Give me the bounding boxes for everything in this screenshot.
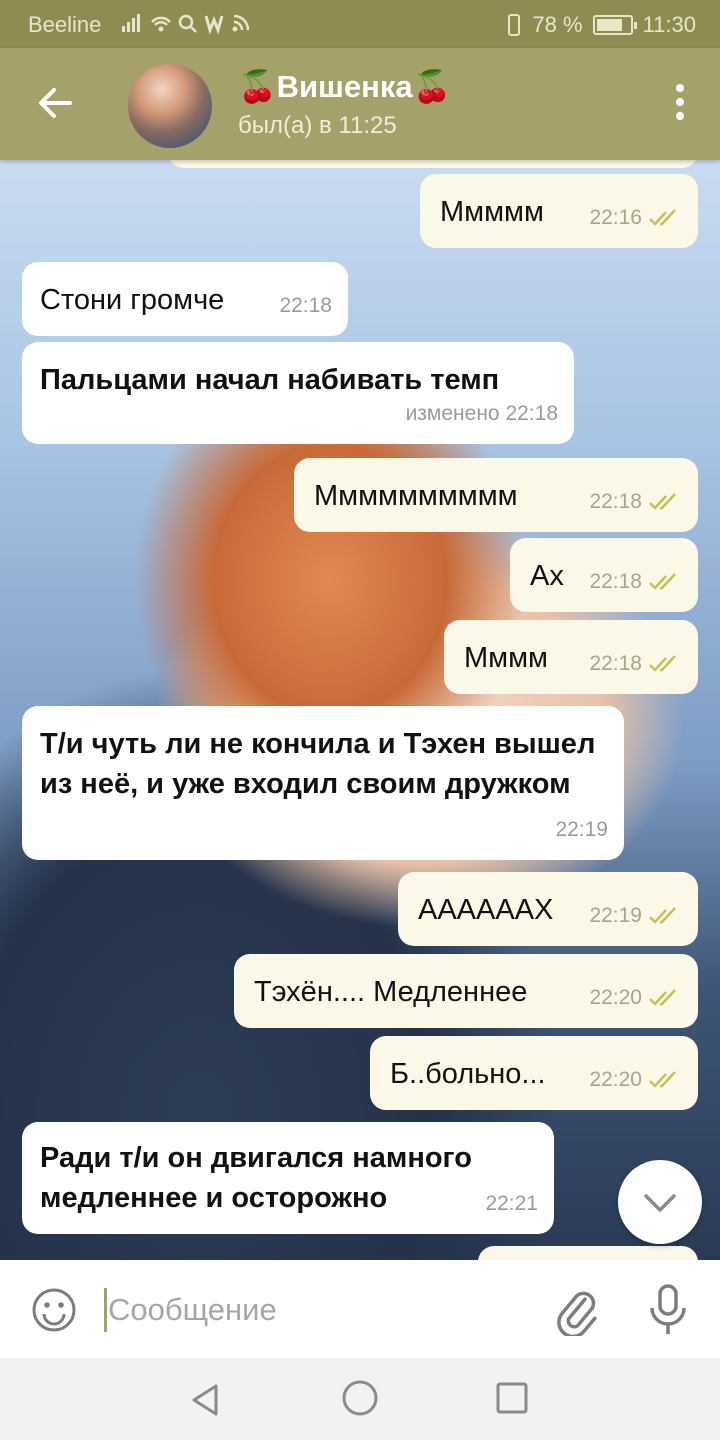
emoji-icon[interactable] bbox=[30, 1286, 78, 1334]
read-ticks-icon bbox=[649, 493, 676, 510]
message-meta: 22:16 bbox=[589, 198, 682, 238]
read-ticks-icon bbox=[649, 209, 676, 226]
message-meta: 22:20 bbox=[589, 978, 682, 1018]
status-right: 78 % 11:30 bbox=[506, 12, 696, 38]
message-bubble-incoming[interactable]: Стони громче 22:18 bbox=[22, 262, 348, 336]
message-text: Мммм bbox=[464, 642, 548, 674]
battery-icon bbox=[592, 15, 637, 35]
nav-home-icon[interactable] bbox=[340, 1378, 380, 1418]
message-meta: 22:18 bbox=[589, 644, 682, 684]
message-time: 22:20 bbox=[589, 986, 642, 1009]
chat-title[interactable]: 🍒Вишенка🍒 bbox=[238, 68, 451, 105]
chat-area[interactable]: Ммммм 22:16 Стони громче 22:18 Пальцами … bbox=[0, 160, 720, 1260]
message-bubble-outgoing[interactable]: ААААААХ 22:19 bbox=[398, 872, 698, 946]
message-meta: 22:19 bbox=[555, 810, 608, 850]
last-seen-status: был(а) в 11:25 bbox=[238, 112, 397, 139]
battery-fill bbox=[596, 19, 622, 31]
message-meta: 22:21 bbox=[485, 1184, 538, 1224]
message-bubble-outgoing[interactable]: Б..больно... 22:20 bbox=[370, 1036, 698, 1110]
message-time: изменено 22:18 bbox=[405, 402, 558, 425]
message-text: Ммммм bbox=[440, 196, 544, 228]
message-composer bbox=[0, 1260, 720, 1358]
battery-percent: 78 % bbox=[532, 12, 583, 37]
message-time: 22:18 bbox=[589, 570, 642, 593]
message-text: Мммммммммм bbox=[314, 480, 518, 512]
message-text: ААААААХ bbox=[418, 894, 554, 926]
message-bubble-outgoing[interactable]: Тэхён.... Медленнее 22:20 bbox=[234, 954, 698, 1028]
avatar[interactable] bbox=[128, 64, 212, 148]
message-text: Ради т/и он двигался намного медленнее и… bbox=[40, 1142, 472, 1214]
chevron-down-icon bbox=[644, 1194, 676, 1212]
message-input[interactable] bbox=[108, 1282, 528, 1338]
message-meta: 22:19 bbox=[589, 896, 682, 936]
mic-icon[interactable] bbox=[646, 1282, 690, 1338]
message-time: 22:19 bbox=[555, 818, 608, 841]
message-bubble-outgoing[interactable]: Ммммм 22:16 bbox=[420, 174, 698, 248]
scroll-down-button[interactable] bbox=[618, 1160, 702, 1244]
message-bubble-incoming[interactable]: Т/и чуть ли не кончила и Тэхен вышел из … bbox=[22, 706, 624, 860]
read-ticks-icon bbox=[649, 1071, 676, 1088]
nav-back-icon[interactable] bbox=[186, 1380, 226, 1420]
message-bubble-outgoing[interactable]: Мммм 22:18 bbox=[444, 620, 698, 694]
message-bubble-outgoing[interactable]: Ах 22:18 bbox=[510, 538, 698, 612]
status-bar: Beeline 78 % 11:30 bbox=[0, 0, 720, 48]
nav-recent-icon[interactable] bbox=[494, 1380, 530, 1416]
message-meta: 22:18 bbox=[589, 482, 682, 522]
message-time: 22:20 bbox=[589, 1068, 642, 1091]
read-ticks-icon bbox=[649, 573, 676, 590]
message-meta: изменено 22:18 bbox=[406, 394, 558, 434]
message-bubble-outgoing[interactable]: Мммммммммм 22:18 bbox=[294, 458, 698, 532]
message-bubble-partial bbox=[168, 160, 698, 168]
message-time: 22:16 bbox=[589, 206, 642, 229]
message-meta: 22:20 bbox=[589, 1060, 682, 1100]
message-meta: 22:18 bbox=[589, 562, 682, 602]
vibrate-icon bbox=[508, 14, 521, 36]
carrier-label: Beeline bbox=[28, 12, 102, 37]
system-navigation-bar bbox=[0, 1358, 720, 1440]
text-cursor bbox=[104, 1288, 107, 1332]
message-meta: 22:18 bbox=[279, 286, 332, 326]
message-bubble-incoming[interactable]: Пальцами начал набивать темп изменено 22… bbox=[22, 342, 574, 444]
clock: 11:30 bbox=[642, 12, 696, 37]
message-time: 22:18 bbox=[589, 652, 642, 675]
message-bubble-partial bbox=[478, 1246, 698, 1260]
read-ticks-icon bbox=[649, 655, 676, 672]
read-ticks-icon bbox=[649, 907, 676, 924]
message-text: Т/и чуть ли не кончила и Тэхен вышел из … bbox=[40, 728, 596, 800]
message-time: 22:19 bbox=[589, 904, 642, 927]
read-ticks-icon bbox=[649, 989, 676, 1006]
more-vert-icon[interactable] bbox=[674, 84, 686, 124]
message-text: Стони громче bbox=[40, 284, 225, 316]
message-time: 22:18 bbox=[589, 490, 642, 513]
chat-header: 🍒Вишенка🍒 был(а) в 11:25 bbox=[0, 48, 720, 160]
status-icons bbox=[120, 12, 270, 42]
back-arrow-icon[interactable] bbox=[30, 78, 80, 128]
message-text: Ах bbox=[530, 560, 564, 592]
signal-wifi-icons bbox=[122, 14, 250, 35]
message-text: Б..больно... bbox=[390, 1058, 546, 1090]
message-bubble-incoming[interactable]: Ради т/и он двигался намного медленнее и… bbox=[22, 1122, 554, 1234]
message-time: 22:21 bbox=[485, 1192, 538, 1215]
attach-icon[interactable] bbox=[552, 1284, 600, 1336]
message-text: Тэхён.... Медленнее bbox=[254, 976, 528, 1008]
message-time: 22:18 bbox=[279, 294, 332, 317]
